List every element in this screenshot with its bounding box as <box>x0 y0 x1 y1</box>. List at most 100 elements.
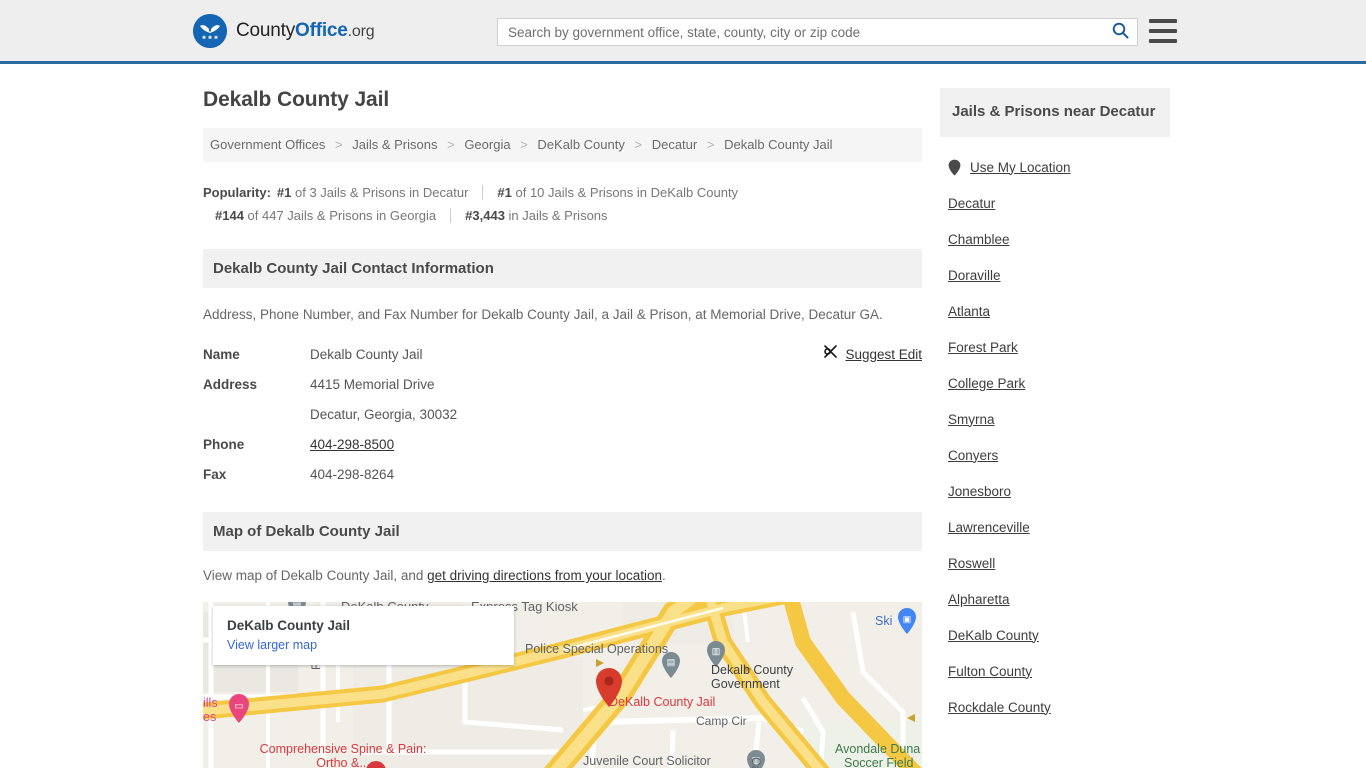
sidebar-item-doraville[interactable]: Doraville <box>940 257 1170 293</box>
popularity-item-0: #1 of 3 Jails & Prisons in Decatur <box>277 181 469 204</box>
contact-row-address-line2: Decatur, Georgia, 30032 <box>203 400 922 430</box>
sidebar-link-6[interactable]: Smyrna <box>948 412 995 427</box>
breadcrumb: Government Offices > Jails & Prisons > G… <box>203 128 922 162</box>
breadcrumb-item-3[interactable]: DeKalb County <box>537 137 624 152</box>
sidebar-link-5[interactable]: College Park <box>948 376 1025 391</box>
sidebar-item-chamblee[interactable]: Chamblee <box>940 221 1170 257</box>
contact-row-fax: Fax 404-298-8264 <box>203 460 922 490</box>
brand-part-county: County <box>236 19 296 41</box>
sidebar-links-list: Use My Location Decatur Chamblee Doravil… <box>940 149 1170 725</box>
view-larger-map-link[interactable]: View larger map <box>227 637 317 653</box>
popularity-text-0: of 3 Jails & Prisons in Decatur <box>295 185 469 200</box>
contact-value-name: Dekalb County Jail <box>310 347 423 362</box>
map-embed[interactable]: ▤ ▥ ▥ ▤ ▣ ▭ ✚ DeKalb County <box>203 602 922 768</box>
suggest-edit-label: Suggest Edit <box>845 347 922 362</box>
contact-value-fax: 404-298-8264 <box>310 467 395 482</box>
sidebar-link-3[interactable]: Atlanta <box>948 304 990 319</box>
popularity-rank-1: #1 <box>497 185 512 200</box>
sidebar-item-forest-park[interactable]: Forest Park <box>940 329 1170 365</box>
popularity-rank-0: #1 <box>276 185 292 200</box>
site-logo[interactable]: CountyOffice.org <box>193 13 375 48</box>
brand-wordmark: CountyOffice.org <box>236 19 375 42</box>
sidebar-link-12[interactable]: DeKalb County <box>948 628 1039 643</box>
sidebar-link-4[interactable]: Forest Park <box>948 340 1018 355</box>
breadcrumb-separator-3: > <box>634 137 643 152</box>
popularity-row-1: Popularity: #1 of 3 Jails & Prisons in D… <box>203 181 922 204</box>
map-section-description: View map of Dekalb County Jail, and get … <box>203 568 922 583</box>
map-info-card-title: DeKalb County Jail <box>227 618 351 633</box>
sidebar-link-0[interactable]: Decatur <box>948 196 995 211</box>
sidebar-item-roswell[interactable]: Roswell <box>940 545 1170 581</box>
map-pin-icon <box>948 159 961 176</box>
popularity-rank-2: #144 <box>215 208 244 223</box>
contact-key-blank <box>203 400 310 430</box>
map-desc-prefix: View map of Dekalb County Jail, and <box>203 568 428 583</box>
driving-directions-link[interactable]: get driving directions from your locatio… <box>427 568 662 583</box>
brand-part-office: Office <box>295 19 348 41</box>
contact-section-header: Dekalb County Jail Contact Information <box>203 249 922 288</box>
svg-text:▥: ▥ <box>712 646 721 656</box>
edit-pencil-icon <box>823 340 838 370</box>
sidebar-link-9[interactable]: Lawrenceville <box>948 520 1030 535</box>
breadcrumb-item-1[interactable]: Jails & Prisons <box>352 137 437 152</box>
search-button[interactable] <box>1103 19 1137 45</box>
contact-key-address: Address <box>203 377 258 392</box>
sidebar-link-10[interactable]: Roswell <box>948 556 995 571</box>
contact-value-address-line1: 4415 Memorial Drive <box>310 377 435 392</box>
popularity-divider-1 <box>450 208 452 223</box>
map-desc-suffix: . <box>661 568 666 583</box>
sidebar-item-college-park[interactable]: College Park <box>940 365 1170 401</box>
countyoffice-logo-icon <box>193 13 227 48</box>
svg-text:▭: ▭ <box>234 701 243 712</box>
contact-key-phone: Phone <box>203 437 245 452</box>
popularity-row-2: #144 of 447 Jails & Prisons in Georgia #… <box>203 204 922 227</box>
sidebar-link-11[interactable]: Alpharetta <box>948 592 1010 607</box>
sidebar-item-decatur[interactable]: Decatur <box>940 185 1170 221</box>
sidebar-link-13[interactable]: Fulton County <box>948 664 1032 679</box>
contact-details-table: Name Dekalb County Jail Address 4415 Mem… <box>203 340 922 490</box>
sidebar-link-14[interactable]: Rockdale County <box>948 700 1051 715</box>
svg-text:▤: ▤ <box>667 657 676 667</box>
use-my-location-link[interactable]: Use My Location <box>970 160 1071 175</box>
hamburger-bar-2 <box>1149 29 1177 33</box>
sidebar-item-jonesboro[interactable]: Jonesboro <box>940 473 1170 509</box>
hamburger-bar-1 <box>1149 19 1177 23</box>
sidebar-item-use-my-location[interactable]: Use My Location <box>940 149 1170 185</box>
map-section-header: Map of Dekalb County Jail <box>203 512 922 551</box>
sidebar-item-conyers[interactable]: Conyers <box>940 437 1170 473</box>
hamburger-menu-button[interactable] <box>1149 19 1177 43</box>
sidebar-link-8[interactable]: Jonesboro <box>948 484 1011 499</box>
sidebar-item-alpharetta[interactable]: Alpharetta <box>940 581 1170 617</box>
breadcrumb-item-2[interactable]: Georgia <box>464 137 510 152</box>
popularity-text-1: of 10 Jails & Prisons in DeKalb County <box>515 185 739 200</box>
map-info-card: DeKalb County Jail View larger map <box>213 606 514 665</box>
sidebar-link-1[interactable]: Chamblee <box>948 232 1010 247</box>
popularity-text-3: in Jails & Prisons <box>508 208 608 223</box>
site-header: CountyOffice.org <box>0 0 1366 64</box>
contact-value-phone-wrap: 404-298-8500 <box>310 430 394 460</box>
sidebar-item-lawrenceville[interactable]: Lawrenceville <box>940 509 1170 545</box>
phone-link[interactable]: 404-298-8500 <box>310 437 394 452</box>
sidebar-item-atlanta[interactable]: Atlanta <box>940 293 1170 329</box>
sidebar-title: Jails & Prisons near Decatur <box>940 88 1170 137</box>
breadcrumb-item-4[interactable]: Decatur <box>652 137 698 152</box>
sidebar-item-dekalb-county[interactable]: DeKalb County <box>940 617 1170 653</box>
popularity-text-2: of 447 Jails & Prisons in Georgia <box>247 208 437 223</box>
sidebar-item-fulton-county[interactable]: Fulton County <box>940 653 1170 689</box>
breadcrumb-item-5[interactable]: Dekalb County Jail <box>724 137 832 152</box>
popularity-divider-0 <box>482 185 484 200</box>
contact-row-phone: Phone 404-298-8500 <box>203 430 922 460</box>
breadcrumb-separator-0: > <box>335 137 343 152</box>
breadcrumb-item-0[interactable]: Government Offices <box>210 137 325 152</box>
contact-key-fax: Fax <box>203 467 227 482</box>
sidebar-link-7[interactable]: Conyers <box>948 448 998 463</box>
breadcrumb-separator-2: > <box>520 137 528 152</box>
suggest-edit-button[interactable]: Suggest Edit <box>823 340 922 370</box>
search-input[interactable] <box>498 19 1103 45</box>
sidebar: Jails & Prisons near Decatur Use My Loca… <box>940 88 1170 725</box>
sidebar-link-2[interactable]: Doraville <box>948 268 1001 283</box>
search-icon <box>1112 22 1129 42</box>
sidebar-item-rockdale-county[interactable]: Rockdale County <box>940 689 1170 725</box>
sidebar-item-smyrna[interactable]: Smyrna <box>940 401 1170 437</box>
breadcrumb-separator-1: > <box>447 137 455 152</box>
